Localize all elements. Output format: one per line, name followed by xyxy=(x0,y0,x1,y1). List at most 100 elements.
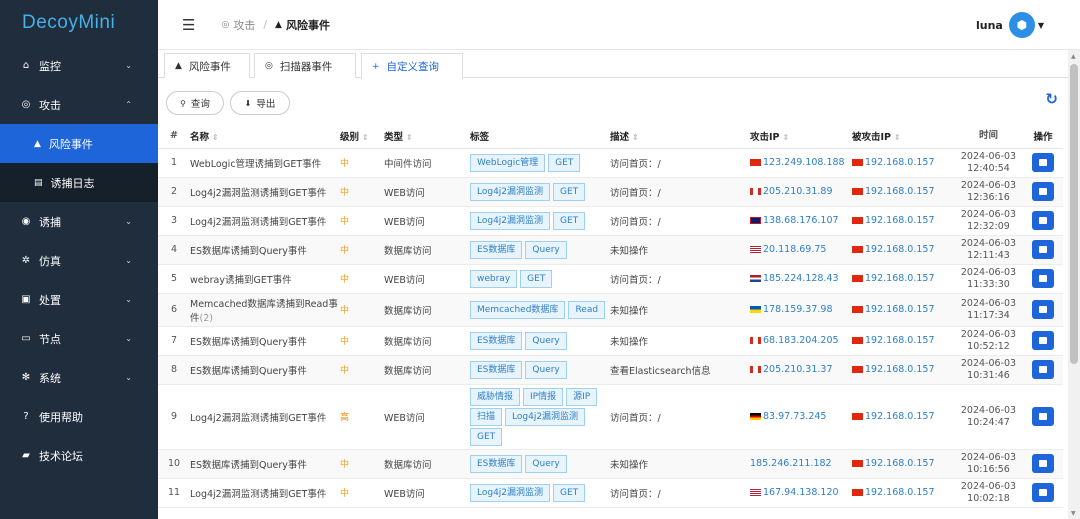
table-row[interactable]: 9 Log4j2漏洞监测诱捕到GET事件 高 WEB访问 威胁情报 IP情报 源IP… xyxy=(158,384,1063,450)
attacker-ip[interactable]: 20.118.69.75 xyxy=(763,244,826,255)
target-ip[interactable]: 192.168.0.157 xyxy=(865,487,935,498)
event-tag[interactable]: GET xyxy=(470,427,503,446)
scroll-down-icon[interactable]: ▼ xyxy=(1071,510,1076,517)
table-row[interactable]: 11 Log4j2漏洞监测诱捕到GET事件 中 WEB访问 Log4j2漏洞监测… xyxy=(158,478,1063,508)
table-row[interactable]: 5 webray诱捕到GET事件 中 WEB访问 webray GET 访问首页：… xyxy=(158,264,1063,294)
target-ip[interactable]: 192.168.0.157 xyxy=(865,458,935,469)
event-tag[interactable]: ES数据库 xyxy=(470,454,523,473)
event-tag[interactable]: GET xyxy=(520,269,553,288)
event-tag[interactable]: GET xyxy=(553,182,586,201)
tab-scanner-events[interactable]: ◎ 扫描器事件 xyxy=(254,53,356,78)
detail-button[interactable] xyxy=(1032,407,1054,426)
event-tag[interactable]: ES数据库 xyxy=(470,240,523,259)
sort-icon[interactable]: ⇕ xyxy=(894,133,901,142)
refresh-icon[interactable]: ↻ xyxy=(1045,90,1058,108)
event-tag[interactable]: WebLogic管理 xyxy=(470,153,546,172)
event-tag[interactable]: 扫描 xyxy=(470,407,503,426)
event-tag[interactable]: Read xyxy=(568,300,606,319)
sidebar-item-lure[interactable]: ◉ 诱捕 ⌄ xyxy=(0,202,158,241)
table-row[interactable]: 3 Log4j2漏洞监测诱捕到GET事件 中 WEB访问 Log4j2漏洞监测 G… xyxy=(158,206,1063,236)
sidebar-item-simulation[interactable]: ✲ 仿真 ⌄ xyxy=(0,241,158,280)
sort-icon[interactable]: ⇕ xyxy=(783,133,790,142)
event-tag[interactable]: webray xyxy=(470,269,518,288)
event-tag[interactable]: 源IP xyxy=(566,387,598,406)
caret-down-icon[interactable]: ▼ xyxy=(1038,21,1044,30)
target-ip[interactable]: 192.168.0.157 xyxy=(865,244,935,255)
target-ip[interactable]: 192.168.0.157 xyxy=(865,157,935,168)
table-row[interactable]: 8 ES数据库诱捕到Query事件 中 数据库访问 ES数据库 Query 查看E… xyxy=(158,355,1063,385)
sidebar-subitem-risk-events[interactable]: ▲ 风险事件 xyxy=(0,124,158,163)
event-tag[interactable]: ES数据库 xyxy=(470,360,523,379)
col-attacker-ip[interactable]: 攻击IP ⇕ xyxy=(750,124,852,149)
event-tag[interactable]: GET xyxy=(548,153,581,172)
event-tag[interactable]: ES数据库 xyxy=(470,331,523,350)
attacker-ip[interactable]: 123.249.108.188 xyxy=(763,157,845,168)
target-ip[interactable]: 192.168.0.157 xyxy=(865,215,935,226)
tab-custom-query[interactable]: + 自定义查询 xyxy=(361,53,463,79)
col-type[interactable]: 类型 ⇕ xyxy=(384,124,470,149)
attacker-ip[interactable]: 178.159.37.98 xyxy=(763,304,833,315)
col-name[interactable]: 名称 ⇕ xyxy=(190,124,340,149)
user-menu[interactable]: luna ⬢ ▼ xyxy=(976,12,1044,38)
detail-button[interactable] xyxy=(1032,454,1054,473)
detail-button[interactable] xyxy=(1032,269,1054,288)
col-desc[interactable]: 描述 ⇕ xyxy=(610,124,750,149)
event-tag[interactable]: Memcached数据库 xyxy=(470,300,566,319)
table-row[interactable]: 2 Log4j2漏洞监测诱捕到GET事件 中 WEB访问 Log4j2漏洞监测 G… xyxy=(158,177,1063,207)
event-tag[interactable]: Log4j2漏洞监测 xyxy=(470,211,551,230)
table-row[interactable]: 4 ES数据库诱捕到Query事件 中 数据库访问 ES数据库 Query 未知操… xyxy=(158,235,1063,265)
detail-button[interactable] xyxy=(1032,331,1054,350)
sort-icon[interactable]: ⇕ xyxy=(362,133,369,142)
attacker-ip[interactable]: 138.68.176.107 xyxy=(763,215,839,226)
query-button[interactable]: ⚲ 查询 xyxy=(166,91,224,115)
event-tag[interactable]: GET xyxy=(553,483,586,502)
event-tag[interactable]: GET xyxy=(553,211,586,230)
scrollbar-thumb[interactable] xyxy=(1070,64,1078,364)
detail-button[interactable] xyxy=(1032,240,1054,259)
detail-button[interactable] xyxy=(1032,483,1054,502)
sidebar-item-forum[interactable]: ▰ 技术论坛 xyxy=(0,436,158,475)
sidebar-item-monitor[interactable]: ⌂ 监控 ⌄ xyxy=(0,46,158,85)
event-tag[interactable]: Query xyxy=(525,360,567,379)
event-tag[interactable]: Log4j2漏洞监测 xyxy=(470,483,551,502)
attacker-ip[interactable]: 83.97.73.245 xyxy=(763,411,826,422)
sort-icon[interactable]: ⇕ xyxy=(632,133,639,142)
event-tag[interactable]: 威胁情报 xyxy=(470,387,521,406)
attacker-ip[interactable]: 185.246.211.182 xyxy=(750,458,832,469)
attacker-ip[interactable]: 185.224.128.43 xyxy=(763,273,839,284)
sort-icon[interactable]: ⇕ xyxy=(406,133,413,142)
table-row[interactable]: 6 Memcached数据库诱捕到Read事件(2) 中 数据库访问 Memca… xyxy=(158,293,1063,327)
target-ip[interactable]: 192.168.0.157 xyxy=(865,273,935,284)
target-ip[interactable]: 192.168.0.157 xyxy=(865,304,935,315)
sidebar-item-nodes[interactable]: ▭ 节点 ⌄ xyxy=(0,319,158,358)
detail-button[interactable] xyxy=(1032,211,1054,230)
tab-risk-events[interactable]: ▲ 风险事件 xyxy=(164,53,250,78)
detail-button[interactable] xyxy=(1032,153,1054,172)
target-ip[interactable]: 192.168.0.157 xyxy=(865,335,935,346)
event-tag[interactable]: Log4j2漏洞监测 xyxy=(505,407,586,426)
event-tag[interactable]: IP情报 xyxy=(523,387,564,406)
app-logo[interactable]: DecoyMini xyxy=(0,0,158,46)
event-tag[interactable]: Query xyxy=(525,331,567,350)
col-level[interactable]: 级别 ⇕ xyxy=(340,124,384,149)
event-tag[interactable]: Query xyxy=(525,240,567,259)
sort-icon[interactable]: ⇕ xyxy=(212,133,219,142)
avatar[interactable]: ⬢ xyxy=(1008,12,1035,38)
target-ip[interactable]: 192.168.0.157 xyxy=(865,186,935,197)
menu-toggle-icon[interactable]: ☰ xyxy=(182,16,195,34)
export-button[interactable]: ⬇ 导出 xyxy=(230,91,290,115)
event-tag[interactable]: Log4j2漏洞监测 xyxy=(470,182,551,201)
target-ip[interactable]: 192.168.0.157 xyxy=(865,411,935,422)
attacker-ip[interactable]: 205.210.31.89 xyxy=(763,186,833,197)
sidebar-subitem-lure-logs[interactable]: ▤ 诱捕日志 xyxy=(0,163,158,202)
attacker-ip[interactable]: 68.183.204.205 xyxy=(763,335,839,346)
table-row[interactable]: 1 WebLogic管理诱捕到GET事件 中 中间件访问 WebLogic管理 G… xyxy=(158,148,1063,178)
table-row[interactable]: 10 ES数据库诱捕到Query事件 中 数据库访问 ES数据库 Query 未知… xyxy=(158,449,1063,479)
sidebar-item-disposal[interactable]: ▣ 处置 ⌄ xyxy=(0,280,158,319)
scroll-up-icon[interactable]: ▲ xyxy=(1071,53,1076,60)
sidebar-item-attack[interactable]: ◎ 攻击 ⌃ xyxy=(0,85,158,124)
target-ip[interactable]: 192.168.0.157 xyxy=(865,364,935,375)
event-tag[interactable]: Query xyxy=(525,454,567,473)
sidebar-item-help[interactable]: ? 使用帮助 xyxy=(0,397,158,436)
attacker-ip[interactable]: 205.210.31.37 xyxy=(763,364,833,375)
